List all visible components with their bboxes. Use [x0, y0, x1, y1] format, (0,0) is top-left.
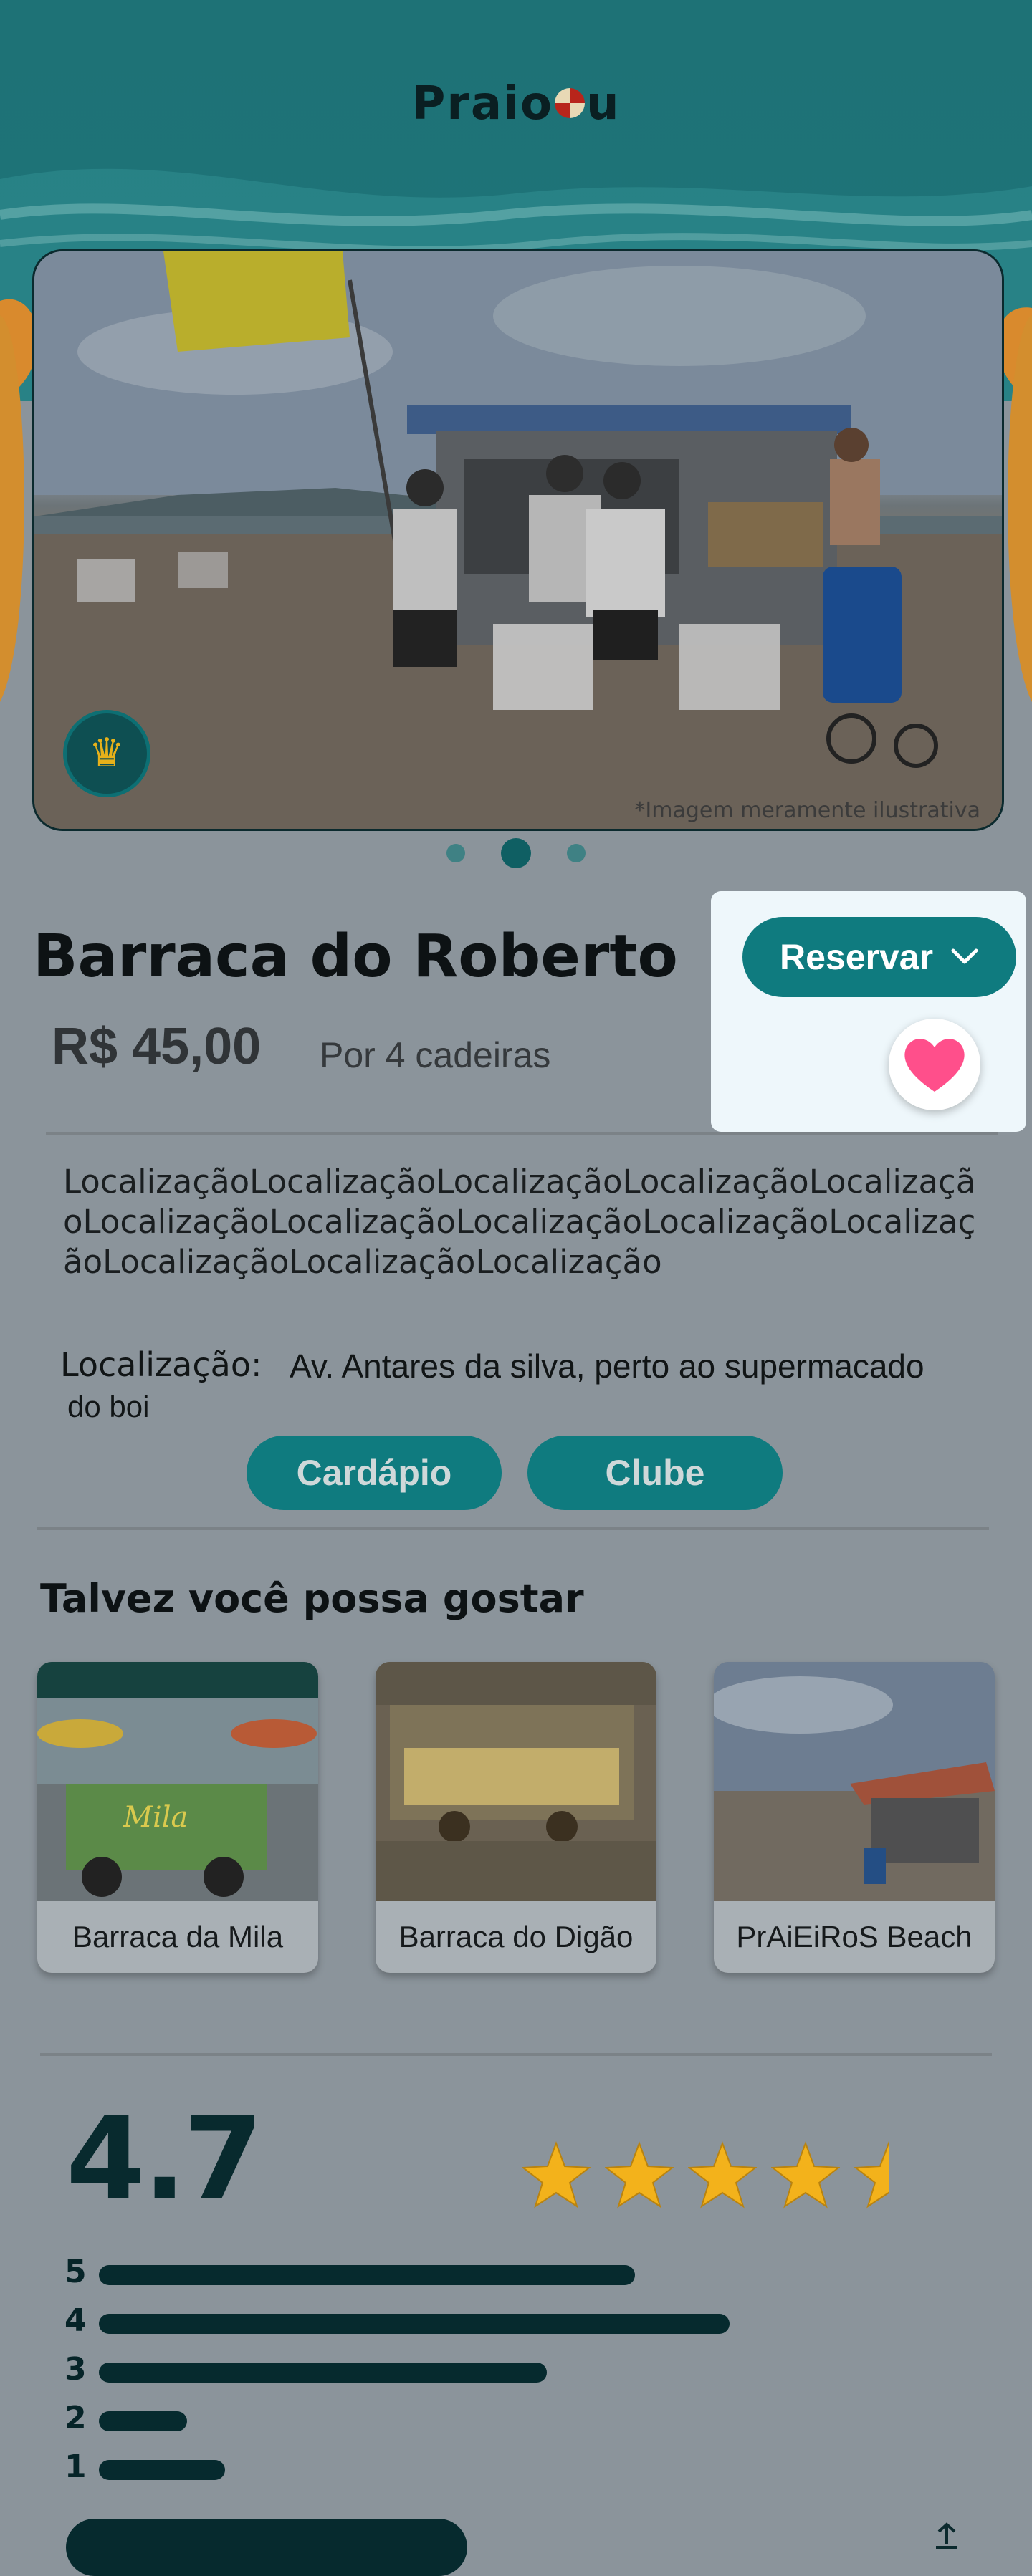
divider	[46, 1132, 998, 1135]
rating-row-bar	[99, 2314, 730, 2334]
suggestion-card[interactable]: PrAiEiRoS Beach	[714, 1662, 995, 1973]
suggestion-image: Mila	[37, 1662, 318, 1901]
action-panel: Reservar	[711, 891, 1026, 1132]
price-note: Por 4 cadeiras	[320, 1035, 551, 1075]
suggestion-image	[376, 1662, 656, 1901]
app-logo: Praio u	[411, 77, 621, 130]
listing-title: Barraca do Roberto	[33, 923, 678, 991]
watermark-text: *Imagem meramente ilustrativa	[634, 798, 980, 823]
rating-row-label: 2	[64, 2400, 87, 2436]
suggestion-image	[714, 1662, 995, 1901]
carousel-dot[interactable]	[446, 844, 465, 862]
suggestion-card[interactable]: Mila Barraca da Mila	[37, 1662, 318, 1973]
reviews-button[interactable]	[66, 2519, 467, 2576]
rating-row-bar	[99, 2460, 225, 2480]
rating-row-bar	[99, 2411, 188, 2431]
rating-row-label: 4	[64, 2302, 87, 2339]
star-icon	[522, 2141, 591, 2209]
star-icon	[854, 2141, 889, 2209]
suggestion-name: PrAiEiRoS Beach	[736, 1920, 973, 1953]
hero-image[interactable]: ♛ *Imagem meramente ilustrativa	[32, 249, 1004, 831]
reserve-label: Reservar	[779, 937, 934, 977]
carousel-indicator	[0, 838, 1032, 868]
premium-badge: ♛	[63, 710, 150, 797]
rating-row-bar	[99, 2265, 635, 2285]
suggestion-card[interactable]: Barraca do Digão	[376, 1662, 656, 1973]
listing-description: LocalizaçãoLocalizaçãoLocalizaçãoLocaliz…	[63, 1163, 976, 1281]
location-label: Localização:	[60, 1345, 262, 1384]
heart-icon	[904, 1039, 965, 1092]
star-icon	[605, 2141, 674, 2209]
reserve-button[interactable]: Reservar	[742, 917, 1016, 997]
divider	[40, 2053, 992, 2056]
crown-icon: ♛	[88, 730, 125, 777]
suggestions-title: Talvez você possa gostar	[40, 1576, 584, 1621]
divider	[37, 1527, 989, 1530]
rating-row-label: 5	[64, 2254, 87, 2290]
star-icon	[771, 2141, 840, 2209]
rating-score: 4.7	[66, 2092, 263, 2226]
favorite-button[interactable]	[889, 1019, 980, 1110]
suggestion-name: Barraca da Mila	[72, 1920, 284, 1953]
location-value-cont: do boi	[67, 1390, 150, 1423]
menu-button[interactable]: Cardápio	[247, 1436, 502, 1510]
location-value: Av. Antares da silva, perto ao supermaca…	[290, 1347, 924, 1385]
star-icon	[688, 2141, 757, 2209]
club-button[interactable]: Clube	[527, 1436, 783, 1510]
carousel-dot[interactable]	[567, 844, 586, 862]
svg-text:Mila: Mila	[123, 1801, 188, 1834]
beach-ball-icon	[555, 88, 585, 119]
beach-kiosk-photo	[34, 251, 1002, 829]
rating-row-label: 3	[64, 2351, 87, 2388]
suggestion-name: Barraca do Digão	[398, 1920, 634, 1953]
listing-price: R$ 45,00	[52, 1018, 262, 1075]
share-icon[interactable]	[929, 2519, 965, 2555]
rating-row-bar	[99, 2363, 547, 2383]
rating-row-label: 1	[64, 2448, 87, 2485]
star-rating	[522, 2140, 923, 2209]
carousel-dot-active[interactable]	[501, 838, 531, 868]
chevron-down-icon	[951, 948, 978, 964]
